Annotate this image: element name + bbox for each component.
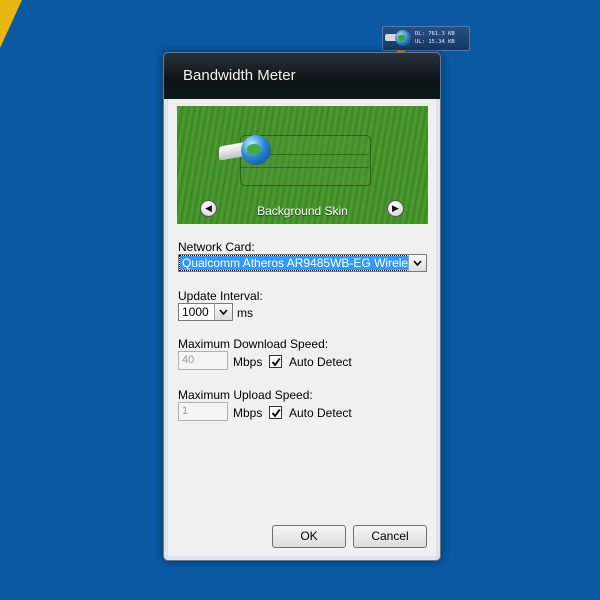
- gadget-upload-text: UL: 15.34 KB: [415, 39, 455, 45]
- network-card-select[interactable]: Qualcomm Atheros AR9485WB-EG Wireless: [178, 254, 427, 272]
- download-speed-input[interactable]: 40: [178, 351, 228, 370]
- upload-speed-label: Maximum Upload Speed:: [178, 388, 313, 402]
- network-card-label: Network Card:: [178, 240, 255, 254]
- download-unit: Mbps: [233, 355, 263, 369]
- network-card-value: Qualcomm Atheros AR9485WB-EG Wireless: [179, 255, 409, 271]
- gadget-readout: DL: 761.3 KB UL: 15.34 KB: [415, 30, 455, 46]
- settings-panel: ◀ Background Skin ▶ Network Card: Qualco…: [168, 99, 436, 556]
- skin-preview: ◀ Background Skin ▶: [177, 106, 428, 224]
- download-auto-detect-label: Auto Detect: [289, 355, 352, 369]
- globe-icon: [241, 135, 271, 165]
- right-arrow-icon[interactable]: ▶: [387, 200, 404, 217]
- desktop-wallpaper-corner: [0, 0, 22, 48]
- gadget-download-text: DL: 761.3 KB: [415, 31, 455, 37]
- download-auto-detect-checkbox[interactable]: [269, 355, 282, 368]
- title-bar[interactable]: Bandwidth Meter: [164, 53, 440, 99]
- chevron-down-icon[interactable]: [408, 255, 426, 271]
- cancel-button[interactable]: Cancel: [353, 525, 427, 548]
- interval-unit: ms: [237, 306, 253, 320]
- upload-auto-detect-label: Auto Detect: [289, 406, 352, 420]
- update-interval-value: 1000: [182, 305, 209, 319]
- update-interval-label: Update Interval:: [178, 289, 263, 303]
- globe-icon: [395, 30, 411, 46]
- upload-unit: Mbps: [233, 406, 263, 420]
- preview-divider: [240, 167, 369, 168]
- download-speed-label: Maximum Download Speed:: [178, 337, 329, 351]
- update-interval-select[interactable]: 1000: [178, 303, 233, 321]
- chevron-down-icon[interactable]: [214, 304, 232, 320]
- upload-speed-input[interactable]: 1: [178, 402, 228, 421]
- settings-window: Bandwidth Meter ◀ Background Skin ▶ Netw…: [163, 52, 441, 561]
- window-title: Bandwidth Meter: [183, 67, 296, 84]
- bandwidth-gadget[interactable]: DL: 761.3 KB UL: 15.34 KB: [382, 26, 470, 53]
- upload-auto-detect-checkbox[interactable]: [269, 406, 282, 419]
- ok-button[interactable]: OK: [272, 525, 346, 548]
